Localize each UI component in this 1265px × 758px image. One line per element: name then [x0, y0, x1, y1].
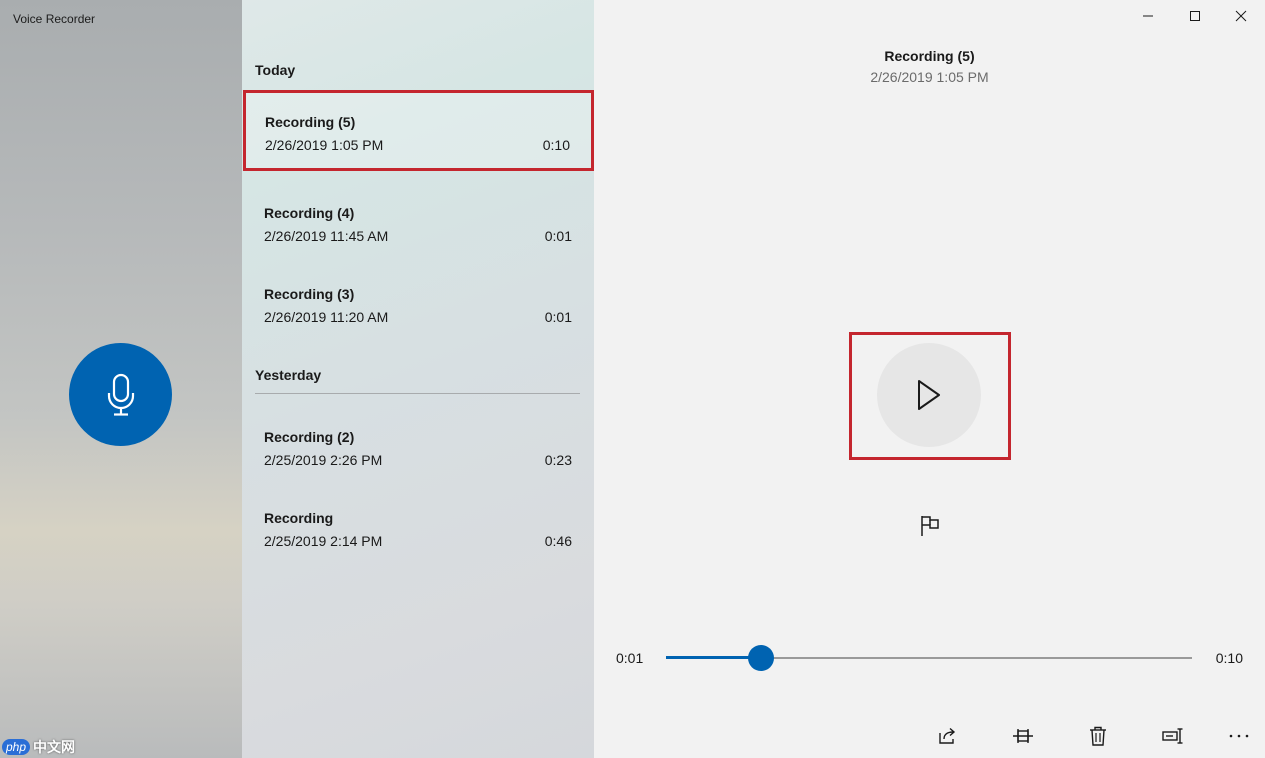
recording-date: 2/26/2019 1:05 PM	[265, 137, 384, 153]
maximize-icon	[1190, 11, 1200, 21]
recording-name: Recording (3)	[264, 286, 355, 302]
rename-button[interactable]	[1153, 718, 1193, 754]
list-item-recording-2[interactable]: Recording (2) 2/25/2019 2:26 PM 0:23	[242, 405, 594, 486]
recording-date: 2/25/2019 2:14 PM	[264, 533, 383, 549]
slider-thumb[interactable]	[747, 645, 774, 671]
list-item-recording-4[interactable]: Recording (4) 2/26/2019 11:45 AM 0:01	[242, 181, 594, 262]
recording-name: Recording (4)	[264, 205, 355, 221]
group-divider	[255, 393, 580, 394]
add-marker-button[interactable]	[914, 510, 946, 542]
recording-duration: 0:01	[544, 228, 572, 244]
record-pane: Voice Recorder php 中文网	[0, 0, 242, 758]
command-bar	[594, 718, 1265, 758]
slider-fill	[666, 656, 761, 659]
play-button[interactable]	[877, 343, 981, 447]
trim-icon	[1013, 729, 1033, 743]
recording-duration: 0:46	[544, 533, 572, 549]
list-item-recording-5[interactable]: Recording (5) 2/26/2019 1:05 PM 0:10	[243, 90, 594, 171]
recording-duration: 0:23	[544, 452, 572, 468]
list-item-recording-3[interactable]: Recording (3) 2/26/2019 11:20 AM 0:01	[242, 262, 594, 343]
close-icon	[1235, 10, 1247, 22]
minimize-button[interactable]	[1125, 0, 1171, 32]
recording-name: Recording (5)	[265, 114, 356, 130]
watermark-badge: php	[2, 739, 31, 755]
recording-duration: 0:10	[542, 137, 570, 153]
trash-icon	[1090, 726, 1106, 746]
microphone-icon	[107, 373, 134, 416]
recording-date: 2/25/2019 2:26 PM	[264, 452, 383, 468]
group-header-today: Today	[255, 62, 296, 78]
total-time: 0:10	[1215, 650, 1243, 666]
delete-button[interactable]	[1078, 718, 1118, 754]
watermark-text: 中文网	[33, 739, 76, 755]
play-icon	[918, 380, 940, 410]
share-icon	[939, 727, 956, 744]
group-header-yesterday: Yesterday	[255, 367, 322, 383]
recording-name: Recording (2)	[264, 429, 355, 445]
now-playing-title: Recording (5)	[884, 48, 975, 64]
more-icon	[1229, 734, 1249, 738]
maximize-button[interactable]	[1172, 0, 1218, 32]
playback-pane: Recording (5) 2/26/2019 1:05 PM 0:01 0:1…	[594, 0, 1265, 758]
recording-date: 2/26/2019 11:20 AM	[264, 309, 389, 325]
minimize-icon	[1143, 15, 1153, 17]
app-title: Voice Recorder	[13, 12, 96, 26]
playback-slider[interactable]	[666, 645, 1192, 671]
list-item-recording[interactable]: Recording 2/25/2019 2:14 PM 0:46	[242, 486, 594, 567]
record-button[interactable]	[69, 343, 172, 446]
more-button[interactable]	[1219, 718, 1259, 754]
flag-icon	[921, 516, 939, 536]
trim-button[interactable]	[1003, 718, 1043, 754]
share-button[interactable]	[928, 718, 968, 754]
close-button[interactable]	[1218, 0, 1264, 32]
recordings-list: Today Recording (5) 2/26/2019 1:05 PM 0:…	[242, 0, 594, 758]
now-playing-date: 2/26/2019 1:05 PM	[870, 69, 989, 85]
recording-date: 2/26/2019 11:45 AM	[264, 228, 389, 244]
rename-icon	[1162, 728, 1183, 744]
current-time: 0:01	[616, 650, 644, 666]
watermark: php 中文网	[2, 737, 75, 757]
recording-duration: 0:01	[544, 309, 572, 325]
recording-name: Recording	[264, 510, 334, 526]
